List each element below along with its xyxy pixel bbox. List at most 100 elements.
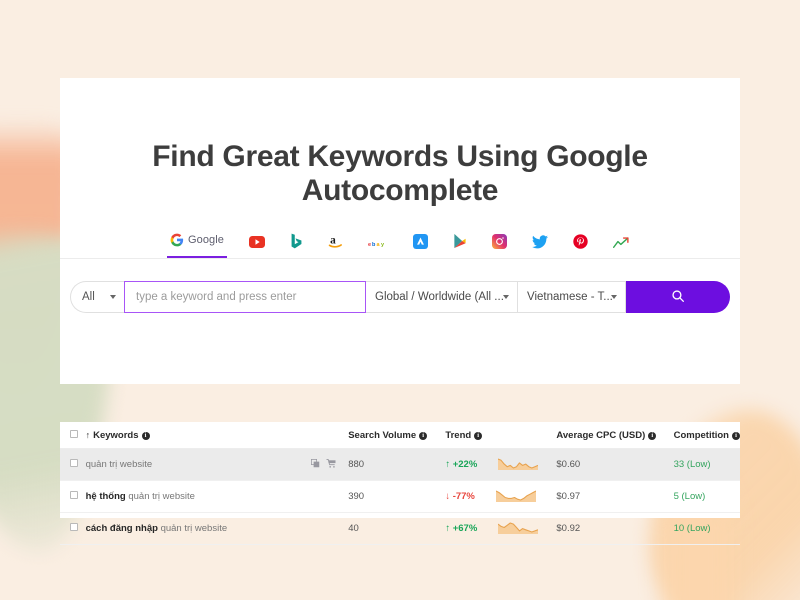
table-row[interactable]: quản trị website 880 ↑ +22% $0.60 33 (Lo… bbox=[60, 448, 740, 481]
row-select-cell bbox=[60, 512, 86, 545]
tab-twitter[interactable] bbox=[529, 232, 551, 258]
keyword-cell: hệ thống quản trị website bbox=[85, 480, 349, 513]
youtube-icon bbox=[249, 235, 266, 249]
info-icon[interactable]: i bbox=[419, 432, 428, 440]
instagram-icon bbox=[492, 234, 508, 249]
google-trends-icon bbox=[613, 237, 630, 249]
info-icon[interactable]: i bbox=[648, 432, 657, 440]
info-icon[interactable]: i bbox=[474, 432, 483, 440]
row-select-cell bbox=[60, 448, 86, 481]
svg-text:a: a bbox=[377, 242, 381, 248]
copy-icon[interactable] bbox=[311, 458, 320, 471]
hero-card: Find Great Keywords Using Google Autocom… bbox=[60, 78, 740, 384]
competition-value: 10 (Low) bbox=[673, 523, 711, 534]
trend-sparkline bbox=[495, 488, 536, 505]
language-select-value: Vietnamese - T... bbox=[527, 291, 613, 303]
type-select-value: All bbox=[82, 291, 95, 303]
tab-play-store[interactable] bbox=[450, 230, 470, 258]
type-select[interactable]: All bbox=[70, 281, 124, 313]
select-all-checkbox[interactable] bbox=[70, 430, 78, 438]
keywords-table-card: ↑ Keywords i Search Volume i Trend i Average… bbox=[60, 422, 740, 545]
keywords-table: ↑ Keywords i Search Volume i Trend i Average… bbox=[60, 422, 740, 545]
country-select[interactable]: Global / Worldwide (All ... bbox=[366, 281, 518, 313]
table-header: ↑ Keywords i Search Volume i Trend i Average… bbox=[60, 422, 740, 449]
trend-cell: ↓ -77% bbox=[445, 480, 557, 513]
column-header-trend[interactable]: Trend i bbox=[445, 422, 557, 449]
tab-google-trends[interactable] bbox=[610, 234, 633, 258]
search-engine-tabs: Google a e b a y bbox=[60, 230, 740, 259]
table-header-row: ↑ Keywords i Search Volume i Trend i Average… bbox=[60, 422, 740, 449]
sort-ascending-icon: ↑ bbox=[85, 430, 91, 440]
table-body: quản trị website 880 ↑ +22% $0.60 33 (Lo… bbox=[60, 448, 740, 545]
search-volume-cell: 880 bbox=[348, 448, 446, 481]
column-header-cpc-label: Average CPC (USD) bbox=[556, 430, 646, 441]
keyword-text: hệ thống quản trị website bbox=[85, 491, 195, 502]
select-all-header bbox=[60, 422, 86, 449]
twitter-icon bbox=[532, 235, 549, 249]
keyword-cell: cách đăng nhập quản trị website bbox=[85, 512, 349, 545]
tab-google[interactable]: Google bbox=[166, 230, 228, 258]
chevron-down-icon bbox=[611, 295, 617, 299]
trend-value: ↑ +67% bbox=[445, 523, 478, 534]
tab-amazon[interactable]: a bbox=[325, 230, 346, 258]
pinterest-icon bbox=[573, 234, 588, 249]
tab-pinterest[interactable] bbox=[570, 231, 591, 258]
search-volume-cell: 40 bbox=[348, 512, 446, 545]
column-header-competition-label: Competition bbox=[673, 430, 729, 441]
trend-sparkline bbox=[497, 456, 539, 473]
tab-google-label: Google bbox=[187, 234, 225, 246]
info-icon[interactable]: i bbox=[141, 432, 150, 440]
info-icon[interactable]: i bbox=[732, 432, 740, 440]
google-icon bbox=[170, 233, 184, 247]
cpc-cell: $0.97 bbox=[556, 480, 674, 513]
competition-value: 33 (Low) bbox=[673, 459, 711, 470]
svg-text:e: e bbox=[368, 242, 371, 248]
column-header-keywords-label: Keywords bbox=[93, 430, 139, 441]
tab-instagram[interactable] bbox=[489, 231, 510, 258]
row-select-cell bbox=[60, 480, 86, 513]
trend-value: ↑ +22% bbox=[445, 459, 478, 470]
chevron-down-icon bbox=[110, 295, 116, 299]
column-header-trend-label: Trend bbox=[445, 430, 472, 441]
search-button[interactable] bbox=[626, 281, 730, 313]
bing-icon bbox=[290, 233, 303, 249]
tab-youtube[interactable] bbox=[246, 232, 268, 258]
column-header-cpc[interactable]: Average CPC (USD) i bbox=[556, 422, 674, 449]
table-row[interactable]: cách đăng nhập quản trị website 40 ↑ +67… bbox=[60, 512, 740, 545]
app-store-icon bbox=[413, 234, 429, 249]
tab-bing[interactable] bbox=[287, 230, 306, 258]
column-header-keywords[interactable]: ↑ Keywords i bbox=[85, 422, 349, 449]
svg-text:y: y bbox=[381, 242, 385, 248]
trend-cell: ↑ +67% bbox=[445, 512, 557, 545]
competition-cell: 33 (Low) bbox=[673, 448, 740, 481]
tab-ebay[interactable]: e b a y bbox=[365, 236, 391, 258]
svg-text:b: b bbox=[372, 242, 376, 248]
cart-icon[interactable] bbox=[326, 458, 336, 471]
trend-sparkline bbox=[497, 520, 539, 537]
cpc-cell: $0.60 bbox=[556, 448, 674, 481]
cpc-cell: $0.92 bbox=[556, 512, 674, 545]
page-title: Find Great Keywords Using Google Autocom… bbox=[152, 140, 648, 207]
row-checkbox[interactable] bbox=[70, 523, 78, 531]
search-bar: All Global / Worldwide (All ... Vietname… bbox=[70, 281, 730, 313]
column-header-competition[interactable]: Competition i bbox=[673, 422, 740, 449]
competition-cell: 5 (Low) bbox=[673, 480, 740, 513]
play-store-icon bbox=[453, 233, 467, 249]
table-row[interactable]: hệ thống quản trị website 390 ↓ -77% $0.… bbox=[60, 480, 740, 513]
trend-cell: ↑ +22% bbox=[445, 448, 557, 481]
column-header-volume-label: Search Volume bbox=[348, 430, 417, 441]
ebay-icon: e b a y bbox=[368, 239, 388, 249]
keyword-cell: quản trị website bbox=[85, 448, 349, 481]
column-header-volume[interactable]: Search Volume i bbox=[348, 422, 446, 449]
keyword-text: quản trị website bbox=[85, 459, 153, 470]
row-checkbox[interactable] bbox=[70, 491, 78, 499]
language-select[interactable]: Vietnamese - T... bbox=[518, 281, 626, 313]
tab-app-store[interactable] bbox=[410, 231, 431, 258]
country-select-value: Global / Worldwide (All ... bbox=[375, 291, 504, 303]
trend-value: ↓ -77% bbox=[445, 491, 475, 502]
search-volume-cell: 390 bbox=[348, 480, 446, 513]
competition-value: 5 (Low) bbox=[673, 491, 706, 502]
keyword-input[interactable] bbox=[124, 281, 366, 313]
row-action-icons bbox=[311, 458, 348, 471]
row-checkbox[interactable] bbox=[70, 459, 78, 467]
